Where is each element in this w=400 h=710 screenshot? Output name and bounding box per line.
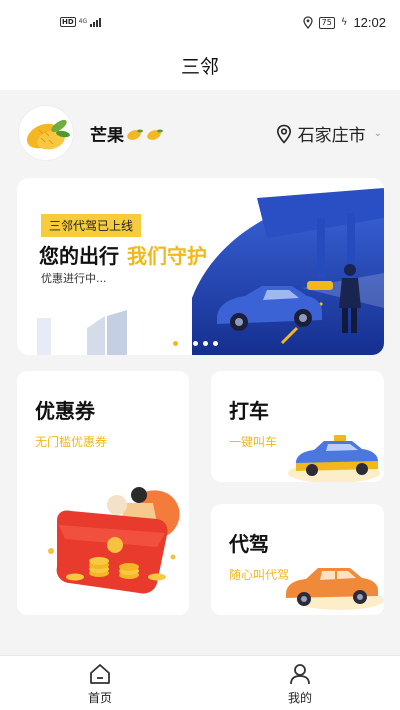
carousel-dot[interactable] xyxy=(213,341,218,346)
home-icon xyxy=(90,664,110,684)
user-icon xyxy=(290,664,310,685)
orange-car-icon xyxy=(286,568,384,610)
promo-banner[interactable]: 三邻代驾已上线 您的出行 我们守护 优惠进行中... xyxy=(17,178,384,355)
nav-mine[interactable]: 我的 xyxy=(200,656,400,710)
signal-icon xyxy=(90,17,102,27)
chevron-down-icon: ⌄ xyxy=(373,128,382,139)
avatar[interactable] xyxy=(18,105,74,161)
carousel-dot[interactable] xyxy=(173,341,178,346)
driver-card[interactable]: 代驾 随心叫代驾 xyxy=(211,504,384,615)
network-type: 4G xyxy=(78,18,88,25)
taxi-card[interactable]: 打车 一键叫车 xyxy=(211,371,384,482)
system-status: 75 ϟ 12:02 xyxy=(303,15,386,30)
slogan-accent: 我们守护 xyxy=(127,244,207,268)
nav-home-label: 首页 xyxy=(87,691,112,705)
coupon-subtitle: 无门槛优惠券 xyxy=(35,435,108,449)
banner-slogan: 您的出行 我们守护 xyxy=(39,240,207,269)
location-selector[interactable]: 石家庄市 ⌄ xyxy=(276,121,382,146)
red-envelope-coins-icon xyxy=(48,487,180,594)
coupon-card[interactable]: 优惠券 无门槛优惠券 xyxy=(17,371,189,615)
map-pin-icon xyxy=(276,124,291,144)
network-status: HD 4G xyxy=(60,17,102,27)
mango-emoji-icon xyxy=(127,129,143,140)
charging-icon: ϟ xyxy=(340,17,348,28)
clock: 12:02 xyxy=(353,15,386,30)
nav-home[interactable]: 首页 xyxy=(0,656,200,710)
taxi-title: 打车 xyxy=(229,399,269,423)
username-text: 芒果 xyxy=(90,126,124,146)
battery-icon: 75 xyxy=(318,16,335,29)
slogan-dark: 您的出行 xyxy=(39,244,119,268)
location-status-icon xyxy=(303,16,313,29)
carousel-dot[interactable] xyxy=(203,341,208,346)
nav-mine-label: 我的 xyxy=(287,691,312,705)
status-bar: HD 4G 75 ϟ 12:02 xyxy=(0,0,400,44)
bottom-navigation: 首页 我的 xyxy=(0,655,400,710)
username: 芒果 xyxy=(90,121,164,146)
carousel-dot[interactable] xyxy=(193,341,198,346)
mango-emoji-icon xyxy=(147,129,163,140)
mango-avatar-icon xyxy=(26,119,70,150)
banner-tag: 三邻代驾已上线 xyxy=(41,214,142,237)
user-header: 芒果 石家庄市 ⌄ xyxy=(0,90,400,176)
banner-promo-text: 优惠进行中... xyxy=(41,272,107,285)
title-bar: 三邻 xyxy=(0,44,400,90)
taxi-car-icon xyxy=(288,435,380,482)
hd-badge: HD xyxy=(60,17,76,27)
carousel-dot[interactable] xyxy=(183,341,188,346)
taxi-subtitle: 一键叫车 xyxy=(229,435,278,449)
city-name: 石家庄市 xyxy=(297,126,366,146)
driver-title: 代驾 xyxy=(229,532,269,556)
coupon-title: 优惠券 xyxy=(35,399,95,423)
carousel-indicator xyxy=(173,341,218,346)
page-title: 三邻 xyxy=(180,56,219,78)
